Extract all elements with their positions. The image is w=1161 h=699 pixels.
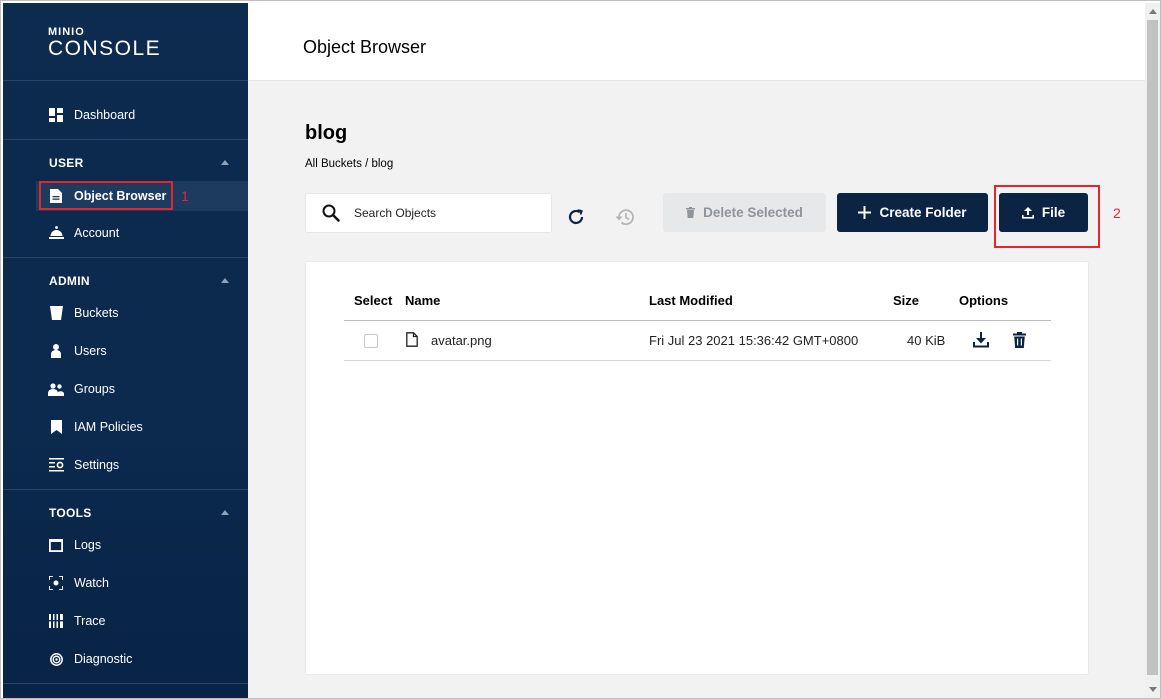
sidebar-item-dashboard[interactable]: Dashboard	[36, 100, 135, 130]
sidebar-item-label: Settings	[74, 458, 120, 472]
sidebar-item-label: Diagnostic	[74, 652, 133, 666]
sidebar-item-account[interactable]: Account	[36, 218, 119, 248]
objects-table: Select Name Last Modified Size Options a…	[305, 261, 1089, 675]
sidebar-item-logs[interactable]: Logs	[36, 530, 101, 560]
column-header-name[interactable]: Name	[405, 293, 440, 308]
history-icon	[615, 209, 634, 226]
history-button[interactable]	[611, 204, 637, 230]
search-input[interactable]	[352, 205, 536, 221]
browser-window: MINIO CONSOLE Dashboard USER Object Brow…	[0, 0, 1161, 699]
diagnostic-icon	[48, 651, 64, 667]
dashboard-icon	[48, 107, 64, 123]
collapse-admin-icon[interactable]	[221, 278, 229, 283]
user-icon	[48, 343, 64, 359]
collapse-user-icon[interactable]	[221, 160, 229, 165]
trace-icon	[48, 613, 64, 629]
sidebar-item-label: Logs	[74, 538, 102, 552]
section-user: USER	[49, 156, 84, 170]
page-header: Object Browser	[248, 3, 1145, 81]
collapse-tools-icon[interactable]	[221, 510, 229, 515]
create-folder-button[interactable]: Create Folder	[837, 193, 988, 232]
section-admin: ADMIN	[49, 274, 90, 288]
sidebar-divider	[3, 683, 248, 684]
sidebar-item-label: IAM Policies	[74, 420, 143, 434]
trash-icon	[1012, 332, 1026, 348]
plus-icon	[858, 206, 872, 219]
column-header-size[interactable]: Size	[893, 293, 919, 308]
sidebar-item-label: Dashboard	[74, 108, 136, 122]
section-tools: TOOLS	[49, 506, 92, 520]
window-icon	[48, 537, 64, 553]
object-name[interactable]: avatar.png	[431, 333, 492, 348]
main-content: blog All Buckets / blog Delete Selected …	[248, 81, 1145, 698]
file-icon	[406, 332, 418, 350]
create-folder-label: Create Folder	[879, 205, 967, 220]
sidebar-divider	[3, 80, 248, 81]
bell-desk-icon	[48, 225, 64, 241]
sidebar-item-iam-policies[interactable]: IAM Policies	[36, 412, 143, 442]
column-header-last-modified[interactable]: Last Modified	[649, 293, 733, 308]
sidebar-divider	[3, 139, 248, 140]
trash-icon	[686, 207, 696, 218]
sidebar-item-groups[interactable]: Groups	[36, 374, 115, 404]
sidebar-item-label: Trace	[74, 614, 106, 628]
group-icon	[48, 381, 64, 397]
page-title: Object Browser	[303, 37, 427, 57]
scroll-down-arrow-icon[interactable]	[1149, 687, 1157, 692]
sidebar-item-diagnostic[interactable]: Diagnostic	[36, 644, 132, 674]
sidebar-divider	[3, 489, 248, 490]
refresh-button[interactable]	[563, 204, 589, 230]
watch-target-icon	[48, 575, 64, 591]
sidebar-item-buckets[interactable]: Buckets	[36, 298, 118, 328]
download-button[interactable]	[971, 330, 991, 350]
sidebar-item-trace[interactable]: Trace	[36, 606, 106, 636]
annotation-box-1	[39, 181, 173, 210]
annotation-number-2: 2	[1113, 205, 1121, 221]
bucket-title: blog	[305, 122, 348, 144]
column-header-options: Options	[959, 293, 1009, 308]
sidebar-item-label: Groups	[74, 382, 115, 396]
sidebar: MINIO CONSOLE Dashboard USER Object Brow…	[3, 3, 248, 698]
object-last-modified: Fri Jul 23 2021 15:36:42 GMT+0800	[649, 333, 859, 348]
sidebar-item-label: Account	[74, 226, 120, 240]
sidebar-item-label: Users	[74, 344, 107, 358]
logo-product: CONSOLE	[48, 37, 162, 60]
sidebar-divider	[3, 257, 248, 258]
delete-selected-button[interactable]: Delete Selected	[663, 193, 826, 232]
sidebar-item-watch[interactable]: Watch	[36, 568, 109, 598]
bookmark-icon	[48, 419, 64, 435]
sidebar-item-label: Watch	[74, 576, 109, 590]
annotation-number-1: 1	[181, 188, 189, 204]
vertical-scrollbar[interactable]	[1145, 3, 1160, 698]
settings-list-icon	[48, 457, 64, 473]
search-box	[305, 193, 552, 233]
search-icon	[322, 204, 340, 222]
table-header-divider	[344, 320, 1051, 321]
sidebar-item-settings[interactable]: Settings	[36, 450, 119, 480]
breadcrumb[interactable]: All Buckets / blog	[305, 158, 393, 170]
download-icon	[973, 332, 989, 348]
refresh-icon	[568, 209, 584, 225]
scrollbar-thumb[interactable]	[1147, 20, 1158, 675]
annotation-box-2	[994, 185, 1100, 248]
row-select-checkbox[interactable]	[364, 334, 378, 348]
minio-console-logo[interactable]: MINIO CONSOLE	[48, 27, 161, 60]
table-row-divider	[344, 360, 1051, 361]
column-header-select: Select	[354, 293, 393, 308]
sidebar-item-users[interactable]: Users	[36, 336, 107, 366]
delete-selected-label: Delete Selected	[703, 205, 803, 220]
scroll-up-arrow-icon[interactable]	[1149, 9, 1157, 14]
delete-object-button[interactable]	[1009, 330, 1029, 350]
sidebar-item-label: Buckets	[74, 306, 119, 320]
object-size: 40 KiB	[907, 333, 946, 348]
bucket-icon	[48, 305, 64, 321]
